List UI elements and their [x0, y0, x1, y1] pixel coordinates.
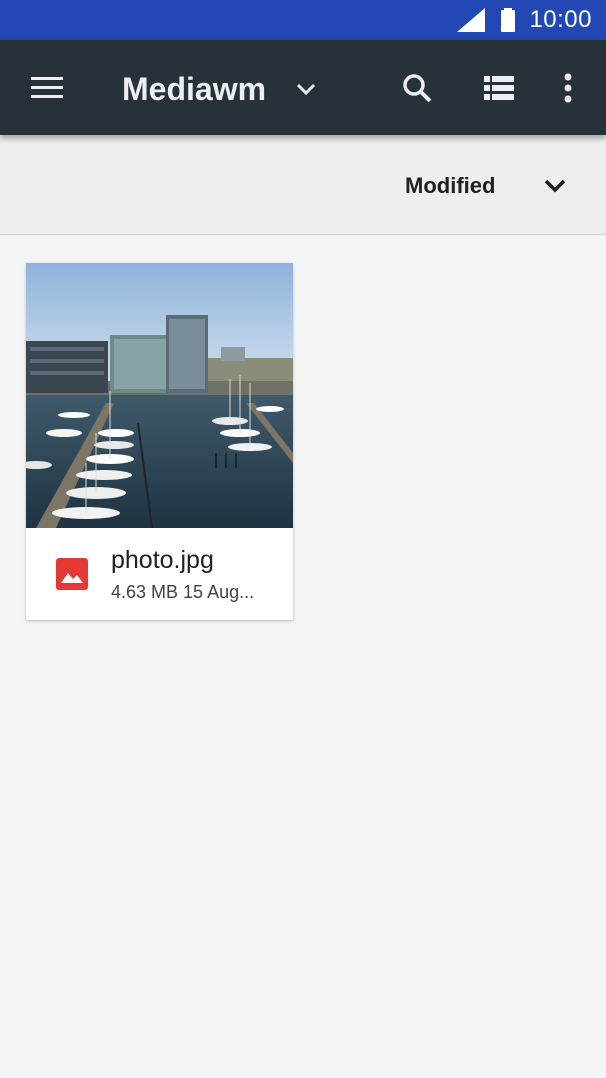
search-button[interactable]: [392, 64, 442, 112]
page-title: Mediawm: [122, 70, 267, 107]
cell-signal-icon: [457, 8, 486, 32]
menu-button[interactable]: [22, 64, 72, 112]
file-thumbnail: [26, 263, 293, 528]
file-info: photo.jpg 4.63 MB 15 Aug...: [26, 528, 293, 620]
search-icon: [403, 74, 432, 103]
file-name: photo.jpg: [111, 546, 214, 574]
file-card[interactable]: photo.jpg 4.63 MB 15 Aug...: [26, 263, 293, 620]
sort-direction-button[interactable]: [536, 169, 574, 203]
sort-by-label[interactable]: Modified: [405, 173, 495, 199]
harbor-photo-thumbnail: [26, 263, 293, 528]
status-bar: 10:00: [0, 0, 606, 40]
list-view-button[interactable]: [474, 64, 524, 112]
image-file-icon: [56, 558, 88, 590]
more-options-button[interactable]: [548, 64, 588, 112]
sort-bar: Modified: [0, 135, 606, 235]
file-meta: 4.63 MB 15 Aug...: [111, 582, 255, 602]
list-view-icon: [484, 76, 514, 100]
status-clock: 10:00: [529, 6, 592, 33]
menu-icon: [31, 77, 63, 98]
battery-icon: [501, 8, 516, 32]
more-vert-icon: [564, 73, 572, 103]
folder-title-dropdown[interactable]: Mediawm: [122, 66, 318, 112]
chevron-down-icon: [296, 83, 316, 96]
chevron-down-icon: [544, 179, 566, 193]
app-toolbar: Mediawm: [0, 40, 606, 135]
